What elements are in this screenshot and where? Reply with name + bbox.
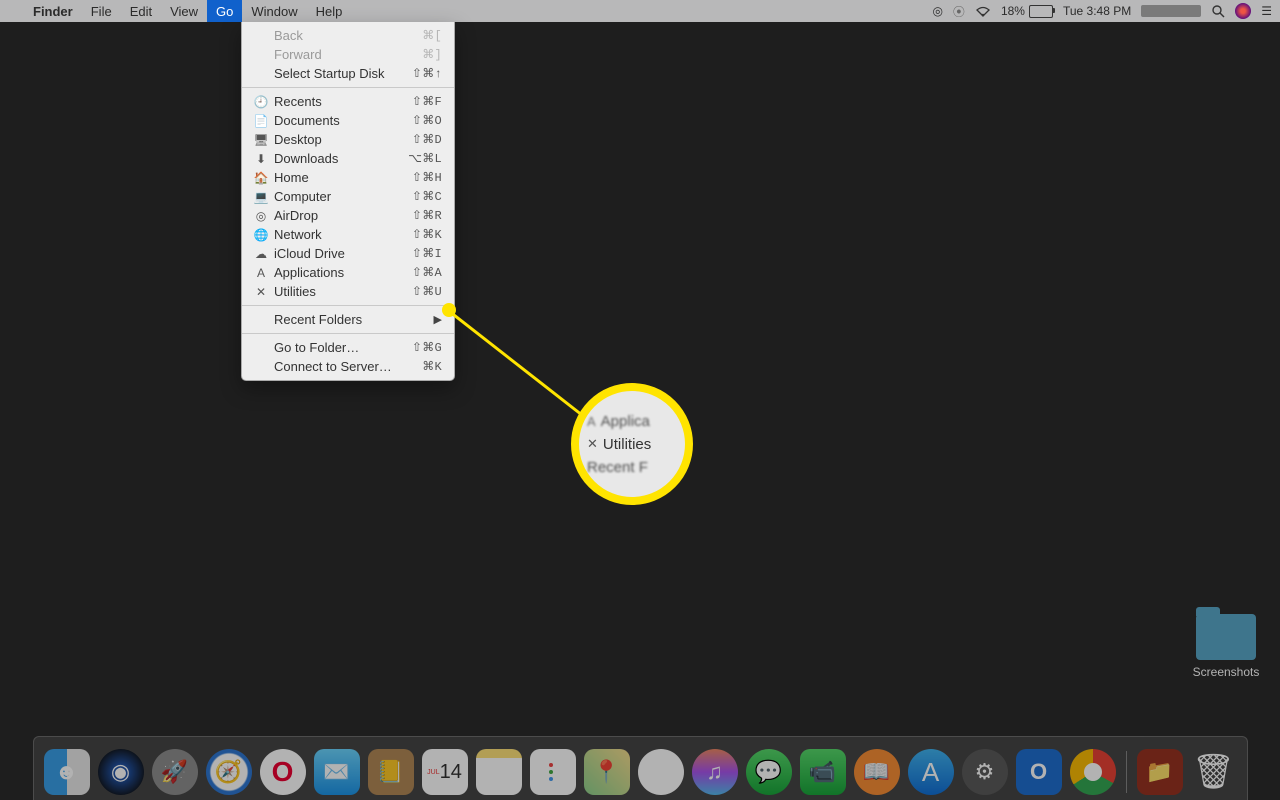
menu-item-downloads[interactable]: ⬇Downloads⌥⌘L <box>242 149 454 168</box>
menu-item-computer[interactable]: 💻Computer⇧⌘C <box>242 187 454 206</box>
menu-item-icloud[interactable]: ☁iCloud Drive⇧⌘I <box>242 244 454 263</box>
app-name[interactable]: Finder <box>24 4 82 19</box>
dock-facetime[interactable]: 📹 <box>800 749 846 795</box>
magnifier-bot-text: Recent F <box>587 459 648 476</box>
utilities-icon: ✕ <box>252 285 270 299</box>
dock-notes[interactable] <box>476 749 522 795</box>
menu-item-documents[interactable]: 📄Documents⇧⌘O <box>242 111 454 130</box>
battery-percent: 18% <box>1001 4 1025 18</box>
dock-folder[interactable]: 📁 <box>1137 749 1183 795</box>
recents-icon: 🕘 <box>252 95 270 109</box>
dock-photos[interactable]: ❋ <box>638 749 684 795</box>
menu-help[interactable]: Help <box>307 0 352 22</box>
dock-trash[interactable]: 🗑 <box>1191 749 1237 795</box>
dock-appstore[interactable]: A <box>908 749 954 795</box>
magnifier-mid-text: Utilities <box>603 436 651 453</box>
dock-maps[interactable]: 📍 <box>584 749 630 795</box>
siri-icon[interactable] <box>1235 3 1251 19</box>
dock-messages[interactable]: 💬 <box>746 749 792 795</box>
annotation-line <box>448 310 592 423</box>
menu-view[interactable]: View <box>161 0 207 22</box>
dock-finder[interactable]: ☻ <box>44 749 90 795</box>
dock-itunes[interactable]: ♫ <box>692 749 738 795</box>
dock-separator <box>1126 751 1127 793</box>
dock-system-preferences[interactable]: ⚙ <box>962 749 1008 795</box>
cloud-icon: ☁ <box>252 247 270 261</box>
menu-item-forward: Forward⌘] <box>242 45 454 64</box>
dock-safari[interactable]: 🧭 <box>206 749 252 795</box>
dock-launchpad[interactable]: 🚀 <box>152 749 198 795</box>
menu-file[interactable]: File <box>82 0 121 22</box>
menu-item-utilities[interactable]: ✕Utilities⇧⌘U <box>242 282 454 301</box>
menu-item-recents[interactable]: 🕘Recents⇧⌘F <box>242 92 454 111</box>
network-icon: 🌐 <box>252 228 270 242</box>
dock-calendar[interactable]: JUL14 <box>422 749 468 795</box>
dock-siri[interactable]: ◉ <box>98 749 144 795</box>
desktop-icon: 🖥 <box>252 133 270 147</box>
go-menu-dropdown: Back⌘[ Forward⌘] Select Startup Disk⇧⌘↑ … <box>241 22 455 381</box>
folder-icon <box>1196 614 1256 660</box>
dock-mail[interactable]: ✉️ <box>314 749 360 795</box>
dock-reminders[interactable] <box>530 749 576 795</box>
home-icon: 🏠 <box>252 171 270 185</box>
calendar-date: 14 <box>440 762 462 782</box>
submenu-arrow-icon: ▶ <box>434 313 442 326</box>
menu-item-home[interactable]: 🏠Home⇧⌘H <box>242 168 454 187</box>
menu-item-airdrop[interactable]: ◎AirDrop⇧⌘R <box>242 206 454 225</box>
dock-opera[interactable]: O <box>260 749 306 795</box>
battery-status[interactable]: 18% <box>1001 4 1053 18</box>
menubar: Finder File Edit View Go Window Help ◎ ⦿… <box>0 0 1280 22</box>
desktop-folder-screenshots[interactable]: Screenshots <box>1190 614 1262 679</box>
dock: ☻ ◉ 🚀 🧭 O ✉️ 📒 JUL14 📍 ❋ ♫ 💬 📹 📖 A ⚙ O 📁… <box>0 732 1280 800</box>
applications-icon: A <box>252 266 270 280</box>
user-menu[interactable] <box>1141 5 1201 17</box>
menu-item-network[interactable]: 🌐Network⇧⌘K <box>242 225 454 244</box>
menu-item-recent-folders[interactable]: Recent Folders▶ <box>242 310 454 329</box>
documents-icon: 📄 <box>252 114 270 128</box>
folder-label: Screenshots <box>1190 665 1262 679</box>
dock-ibooks[interactable]: 📖 <box>854 749 900 795</box>
location-icon[interactable]: ⦿ <box>953 3 965 20</box>
menu-item-back: Back⌘[ <box>242 26 454 45</box>
status-area: ◎ ⦿ 18% Tue 3:48 PM ☰ <box>932 3 1280 20</box>
menu-item-startup-disk[interactable]: Select Startup Disk⇧⌘↑ <box>242 64 454 83</box>
dock-contacts[interactable]: 📒 <box>368 749 414 795</box>
spotlight-icon[interactable] <box>1211 4 1225 18</box>
downloads-icon: ⬇ <box>252 152 270 166</box>
dock-chrome[interactable] <box>1070 749 1116 795</box>
notification-center-icon[interactable]: ☰ <box>1261 4 1272 18</box>
magnifier-top-text: Applica <box>601 413 650 430</box>
wifi-icon[interactable] <box>975 6 991 17</box>
menu-item-go-to-folder[interactable]: Go to Folder…⇧⌘G <box>242 338 454 357</box>
menu-go[interactable]: Go <box>207 0 242 22</box>
menu-item-applications[interactable]: AApplications⇧⌘A <box>242 263 454 282</box>
accessibility-icon[interactable]: ◎ <box>932 4 942 18</box>
menu-item-connect-server[interactable]: Connect to Server…⌘K <box>242 357 454 376</box>
airdrop-icon: ◎ <box>252 209 270 223</box>
clock[interactable]: Tue 3:48 PM <box>1063 4 1131 18</box>
dock-outlook[interactable]: O <box>1016 749 1062 795</box>
menu-window[interactable]: Window <box>242 0 306 22</box>
annotation-magnifier: AApplica ✕Utilities Recent F <box>571 383 693 505</box>
menu-item-desktop[interactable]: 🖥Desktop⇧⌘D <box>242 130 454 149</box>
computer-icon: 💻 <box>252 190 270 204</box>
menu-edit[interactable]: Edit <box>121 0 161 22</box>
